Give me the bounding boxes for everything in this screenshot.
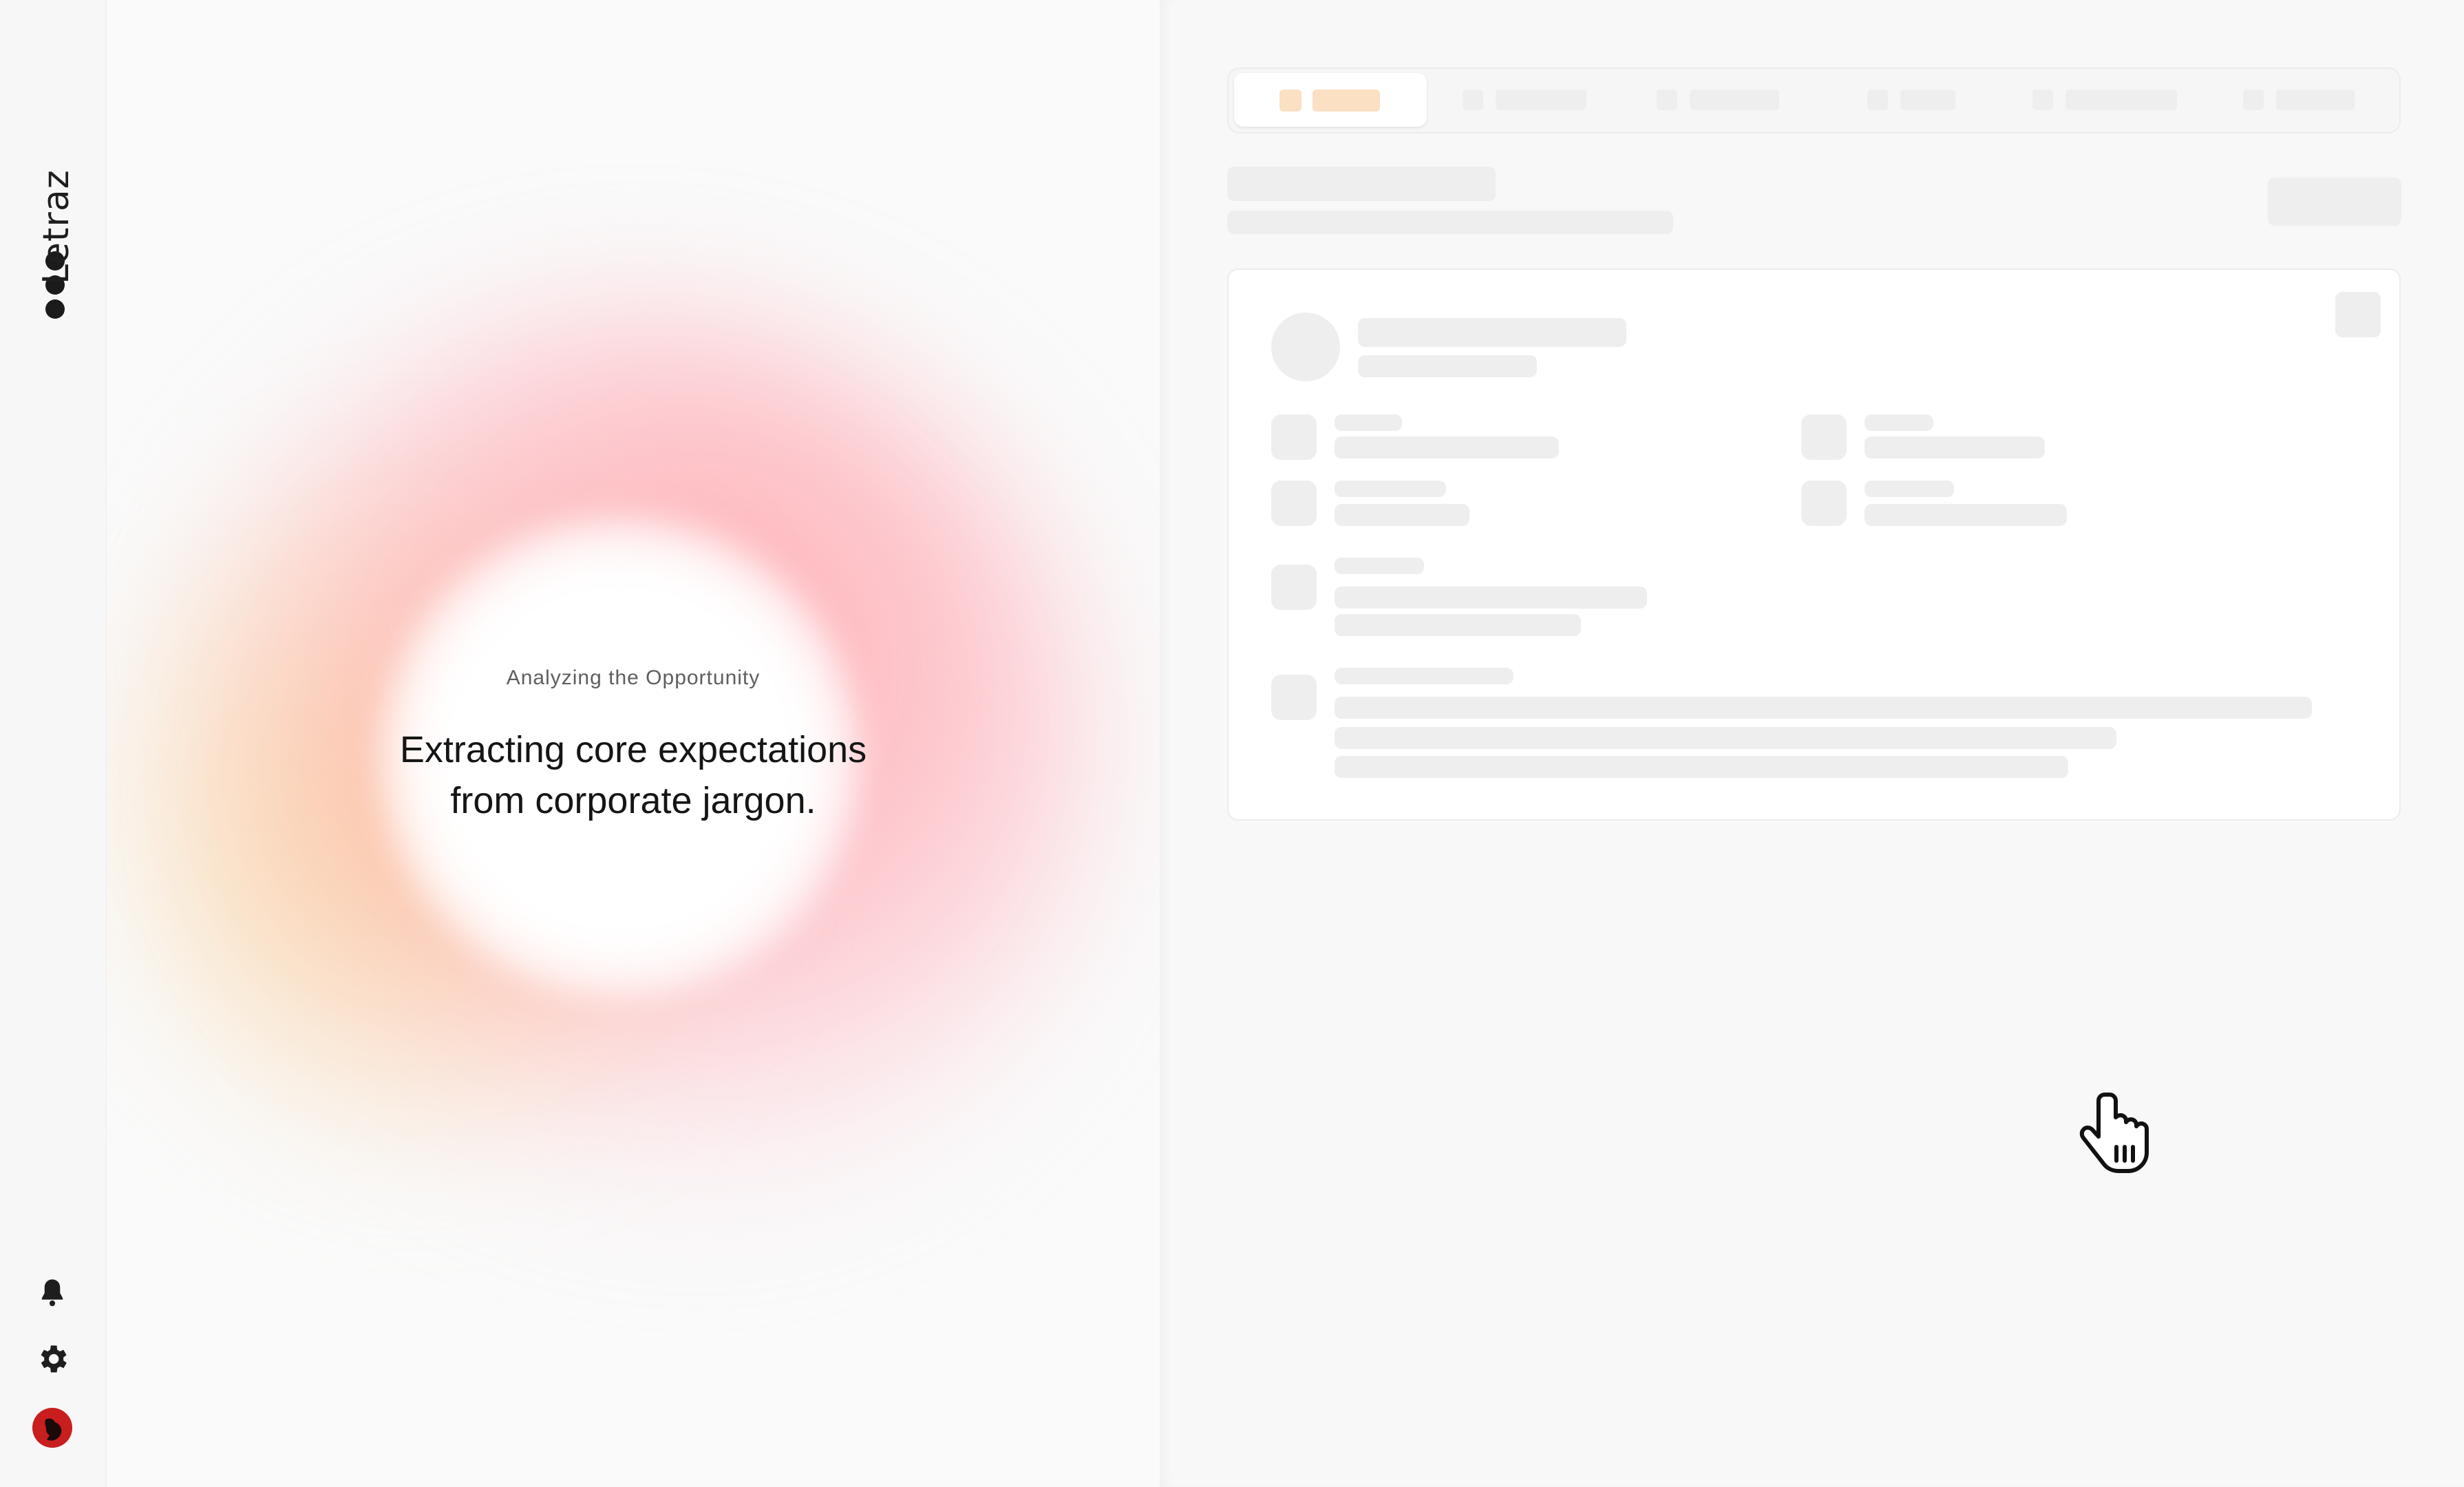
field-icon-skeleton (1801, 414, 1847, 460)
card-action-skeleton[interactable] (2335, 292, 2381, 337)
detail-card-skeleton (1227, 268, 2401, 821)
tab-1[interactable] (1234, 73, 1427, 127)
tab-4[interactable] (1867, 73, 1964, 127)
brand-logo[interactable]: Letraz (28, 127, 83, 334)
tab-1-icon (1279, 89, 1302, 112)
tab-5[interactable] (2032, 73, 2184, 127)
analysis-panel: Analyzing the Opportunity Extracting cor… (107, 0, 1160, 1487)
left-rail: Letraz (0, 0, 107, 1487)
field-icon-skeleton (1271, 481, 1317, 526)
avatar-skeleton (1271, 313, 1340, 381)
bell-icon[interactable] (34, 1275, 70, 1311)
tab-6[interactable] (2243, 73, 2367, 127)
title-skeleton (1227, 167, 1496, 201)
tab-1-label-skeleton (1313, 89, 1380, 112)
action-button-skeleton[interactable] (2268, 178, 2401, 226)
hand-pointer-cursor-icon (2079, 1088, 2154, 1177)
field-icon-skeleton (1271, 414, 1317, 460)
name-skeleton (1358, 318, 1626, 347)
status-headline: Extracting core expectations from corpor… (399, 729, 867, 821)
subtitle-skeleton (1227, 211, 1673, 234)
avatar[interactable] (32, 1407, 73, 1448)
meta-skeleton (1358, 355, 1537, 377)
details-panel (1160, 0, 2464, 1487)
field-icon-skeleton (1801, 481, 1847, 526)
status-eyebrow: Analyzing the Opportunity (506, 666, 761, 689)
tab-bar (1227, 67, 2401, 134)
field-icon-skeleton (1271, 565, 1317, 610)
brand-wordmark: Letraz (36, 169, 77, 284)
gear-icon[interactable] (34, 1341, 70, 1377)
tab-3[interactable] (1657, 73, 1794, 127)
tab-2[interactable] (1463, 73, 1600, 127)
field-icon-skeleton (1271, 675, 1317, 720)
